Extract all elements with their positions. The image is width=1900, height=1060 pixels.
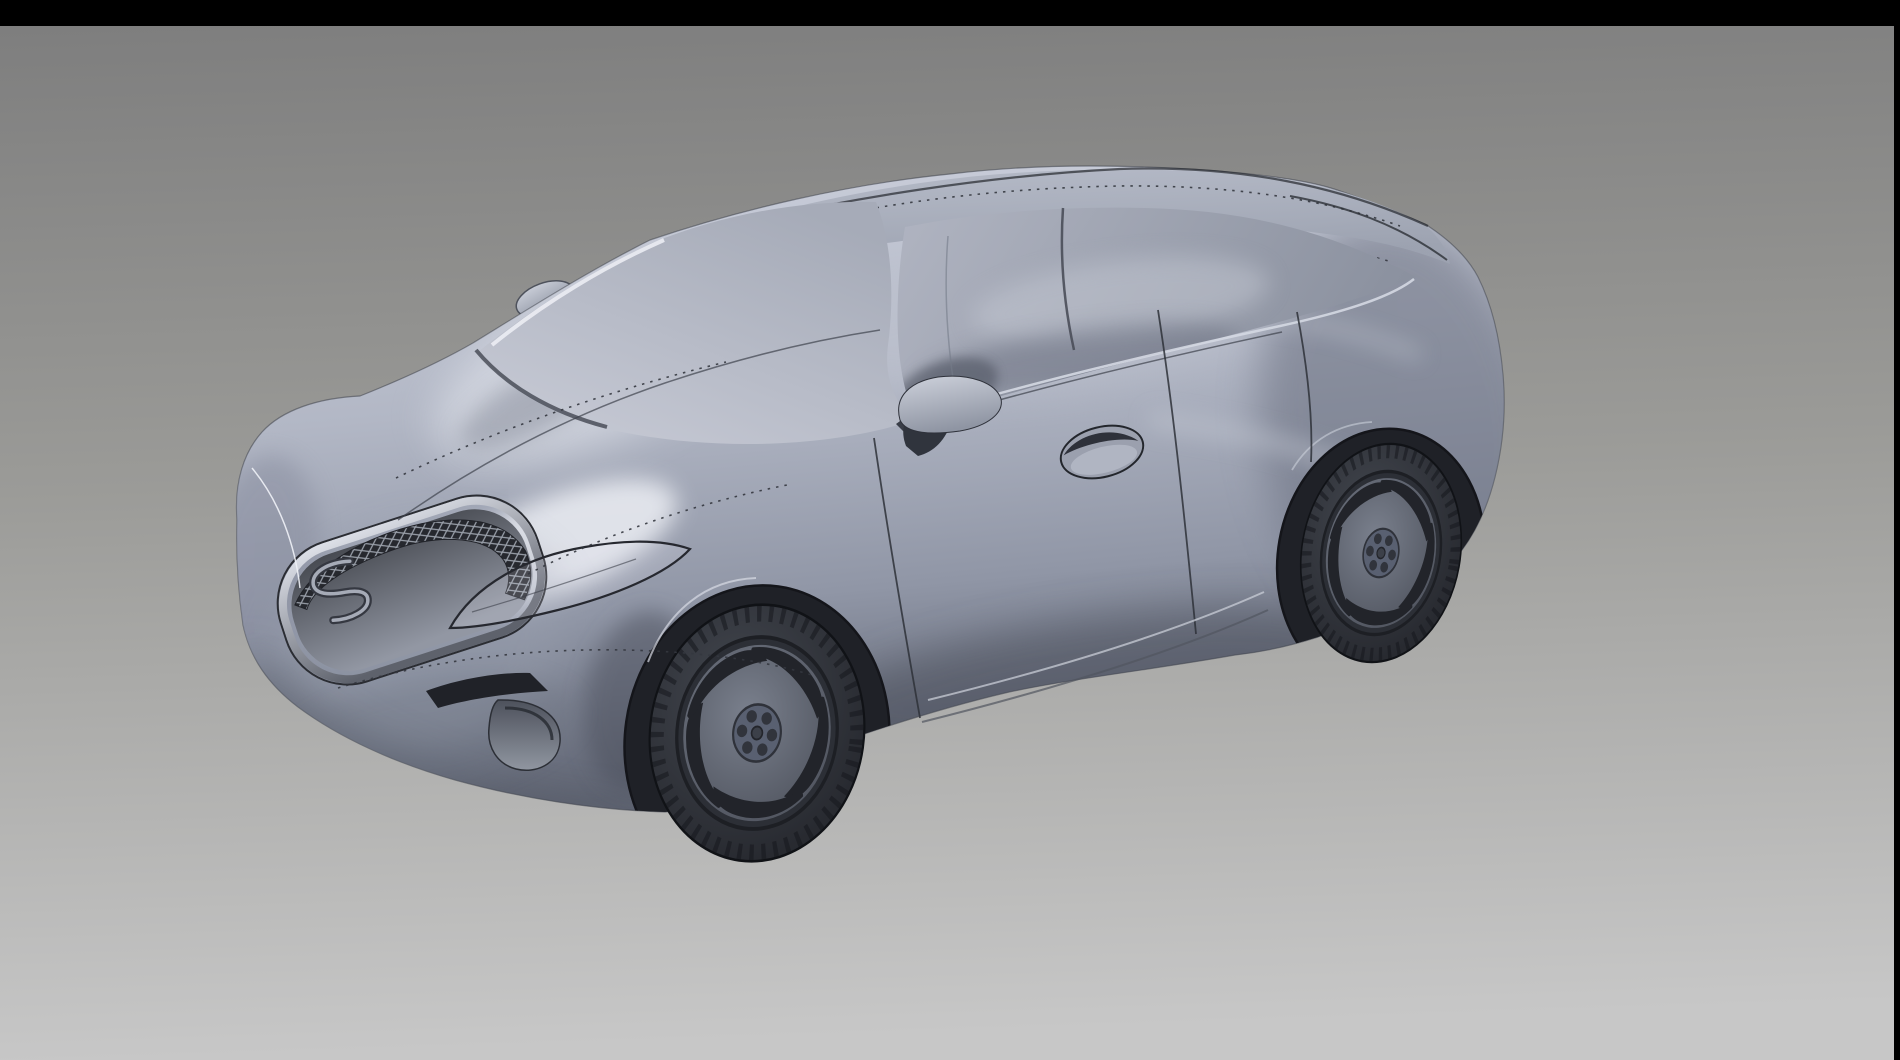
app-window: [0, 0, 1900, 1060]
render-canvas[interactable]: [0, 0, 1900, 1060]
letterbox-right-bar: [1894, 26, 1900, 1060]
letterbox-top-bar: [0, 0, 1900, 26]
